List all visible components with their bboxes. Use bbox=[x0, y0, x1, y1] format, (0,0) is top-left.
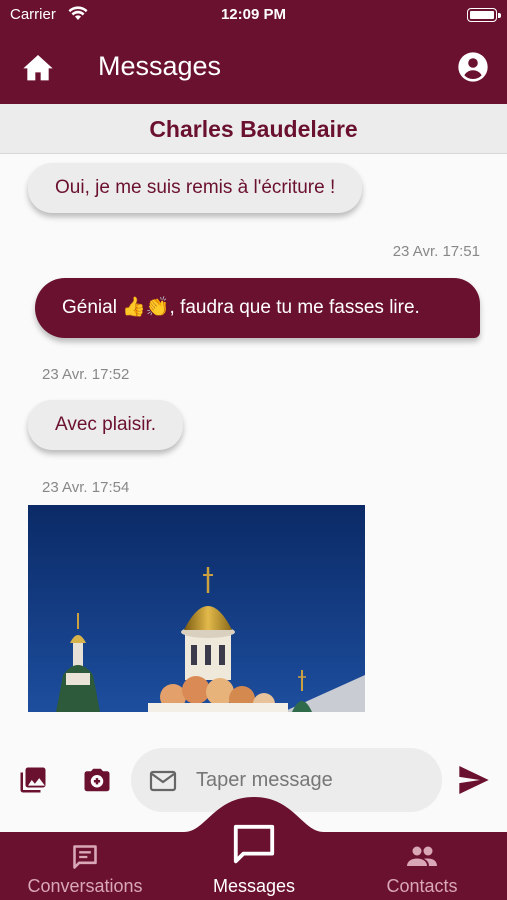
message-timestamp: 23 Avr. 17:52 bbox=[42, 366, 130, 383]
message-icon bbox=[230, 822, 278, 868]
nav-label: Messages bbox=[212, 876, 296, 896]
app-bar: Messages bbox=[0, 30, 507, 104]
nav-item-contacts[interactable]: Contacts bbox=[342, 832, 502, 900]
battery-icon bbox=[467, 8, 497, 22]
nav-item-conversations[interactable]: Conversations bbox=[5, 832, 165, 900]
page-title: Messages bbox=[98, 51, 222, 81]
message-image[interactable] bbox=[28, 505, 365, 712]
message-timestamp: 23 Avr. 17:54 bbox=[42, 479, 130, 496]
battery-tip bbox=[498, 13, 501, 18]
status-bar: Carrier 12:09 PM bbox=[0, 0, 507, 30]
account-circle-icon[interactable] bbox=[457, 51, 489, 83]
send-icon[interactable] bbox=[458, 766, 490, 794]
mail-icon bbox=[149, 770, 177, 792]
camera-add-icon[interactable] bbox=[82, 765, 112, 795]
bottom-navigation: Conversations Messages Contacts bbox=[0, 797, 507, 900]
message-bubble-incoming[interactable]: Oui, je me suis remis à l'écriture ! bbox=[28, 163, 363, 213]
chat-bubble-icon bbox=[71, 843, 99, 871]
message-bubble-incoming[interactable]: Avec plaisir. bbox=[28, 400, 184, 450]
home-icon[interactable] bbox=[22, 52, 54, 82]
nav-item-messages[interactable]: Messages bbox=[184, 824, 324, 900]
nav-label: Contacts bbox=[386, 876, 458, 896]
people-icon bbox=[406, 845, 438, 867]
message-list[interactable]: Oui, je me suis remis à l'écriture ! 23 … bbox=[0, 155, 507, 715]
clock: 12:09 PM bbox=[220, 6, 287, 23]
nav-label: Conversations bbox=[27, 876, 143, 896]
message-bubble-outgoing[interactable]: Génial 👍👏, faudra que tu me fasses lire. bbox=[35, 278, 480, 338]
message-timestamp: 23 Avr. 17:51 bbox=[392, 243, 480, 260]
gallery-icon[interactable] bbox=[18, 765, 48, 795]
contact-name-header: Charles Baudelaire bbox=[0, 104, 507, 154]
message-input-placeholder: Taper message bbox=[196, 769, 333, 791]
